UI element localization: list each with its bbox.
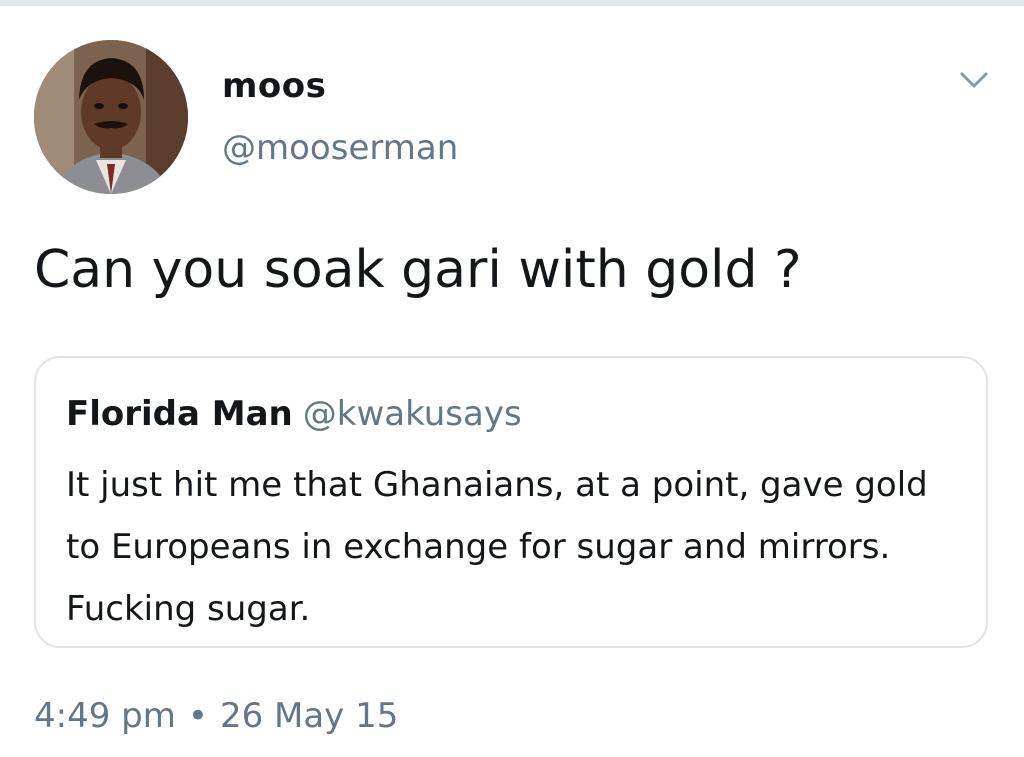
author-handle[interactable]: @mooserman — [222, 128, 458, 168]
quoted-tweet-text: It just hit me that Ghanaians, at a poin… — [66, 465, 928, 629]
top-divider — [0, 0, 1024, 6]
avatar[interactable] — [34, 40, 188, 194]
tweet-time: 4:49 pm — [34, 696, 176, 736]
avatar-photo-icon — [34, 40, 188, 194]
tweet-text: Can you soak gari with gold ? — [34, 240, 802, 300]
tweet-date: 26 May 15 — [219, 696, 399, 736]
tweet-timestamp[interactable]: 4:49 pm • 26 May 15 — [34, 696, 398, 736]
meta-separator: • — [187, 696, 208, 736]
quoted-author-name: Florida Man — [66, 394, 293, 434]
quoted-author-handle: @kwakusays — [302, 394, 522, 434]
quoted-tweet[interactable]: Florida Man @kwakusays It just hit me tha… — [34, 356, 988, 648]
more-options-button[interactable] — [952, 62, 996, 98]
tweet-card: moos @mooserman Can you soak gari with g… — [0, 0, 1024, 757]
author-name[interactable]: moos — [222, 66, 326, 106]
quoted-tweet-header: Florida Man @kwakusays — [66, 394, 522, 434]
chevron-down-icon — [960, 72, 988, 88]
